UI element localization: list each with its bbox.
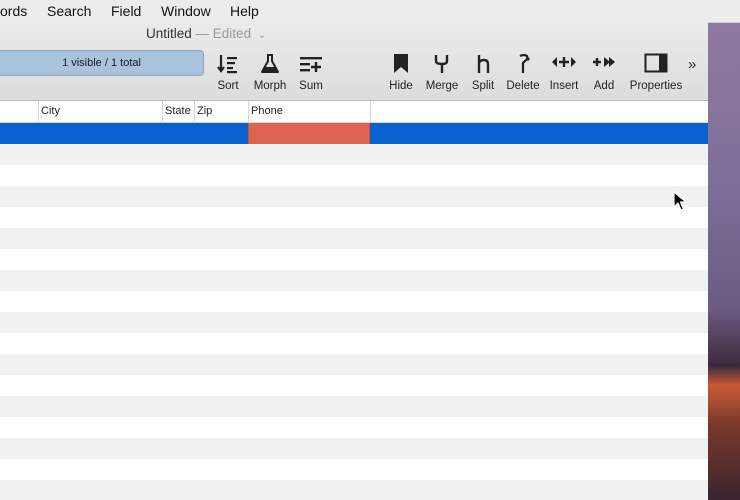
morph-button[interactable]: Morph: [247, 51, 293, 92]
table-row-selected[interactable]: [0, 123, 708, 144]
column-city[interactable]: City: [38, 101, 162, 122]
desktop-background: [708, 22, 740, 500]
sort-icon: [205, 51, 251, 77]
table-row[interactable]: [0, 438, 708, 459]
delete-label: Delete: [506, 80, 540, 92]
table-row[interactable]: [0, 417, 708, 438]
table-row[interactable]: [0, 333, 708, 354]
sum-label: Sum: [299, 80, 323, 92]
toolbar: Untitled — Edited ⌄ 1 visible / 1 total …: [0, 22, 708, 101]
toolbar-overflow-icon[interactable]: »: [688, 56, 696, 73]
column-zip[interactable]: Zip: [194, 101, 248, 122]
merge-icon: [419, 51, 465, 77]
mouse-pointer-icon: [673, 191, 687, 216]
table-row[interactable]: [0, 396, 708, 417]
column-phone[interactable]: Phone: [248, 101, 370, 122]
filter-field[interactable]: 1 visible / 1 total: [0, 50, 204, 76]
records-table: [0, 123, 708, 500]
chevron-down-icon: ⌄: [257, 30, 267, 41]
delete-button[interactable]: Delete: [500, 51, 546, 92]
sum-icon: [288, 51, 334, 77]
menu-search[interactable]: Search: [47, 3, 91, 19]
add-button[interactable]: Add: [581, 51, 627, 92]
bookmark-icon: [378, 51, 424, 77]
morph-label: Morph: [253, 80, 287, 92]
sidebar-panel-icon: [627, 51, 685, 77]
table-row[interactable]: [0, 312, 708, 333]
table-row[interactable]: [0, 354, 708, 375]
delete-icon: [500, 51, 546, 77]
table-row[interactable]: [0, 480, 708, 500]
add-label: Add: [593, 80, 615, 92]
app-window: Untitled — Edited ⌄ 1 visible / 1 total …: [0, 22, 708, 500]
menu-window[interactable]: Window: [161, 3, 211, 19]
menu-field[interactable]: Field: [111, 3, 141, 19]
merge-button[interactable]: Merge: [419, 51, 465, 92]
hide-button[interactable]: Hide: [378, 51, 424, 92]
table-row[interactable]: [0, 291, 708, 312]
column-empty: [370, 101, 708, 122]
table-row[interactable]: [0, 207, 708, 228]
column-state[interactable]: State: [162, 101, 194, 122]
properties-label: Properties: [629, 80, 683, 92]
document-name: Untitled: [146, 26, 192, 41]
active-cell-phone[interactable]: [248, 123, 370, 144]
add-icon: [581, 51, 627, 77]
merge-label: Merge: [425, 80, 459, 92]
properties-button[interactable]: Properties: [627, 51, 685, 92]
hide-label: Hide: [389, 80, 413, 92]
table-row[interactable]: [0, 228, 708, 249]
sort-button[interactable]: Sort: [205, 51, 251, 92]
column-header: City State Zip Phone: [0, 101, 708, 123]
table-row[interactable]: [0, 249, 708, 270]
edited-status: — Edited: [195, 26, 252, 41]
table-row[interactable]: [0, 144, 708, 165]
table-row[interactable]: [0, 375, 708, 396]
table-row[interactable]: [0, 459, 708, 480]
table-row[interactable]: [0, 165, 708, 186]
sort-label: Sort: [217, 80, 239, 92]
sum-button[interactable]: Sum: [288, 51, 334, 92]
window-title[interactable]: Untitled — Edited ⌄: [146, 26, 266, 41]
table-row[interactable]: [0, 270, 708, 291]
table-row[interactable]: [0, 186, 708, 207]
menu-records[interactable]: ords: [0, 3, 27, 19]
menu-help[interactable]: Help: [230, 3, 259, 19]
flask-icon: [247, 51, 293, 77]
menu-bar: ords Search Field Window Help: [0, 0, 740, 23]
